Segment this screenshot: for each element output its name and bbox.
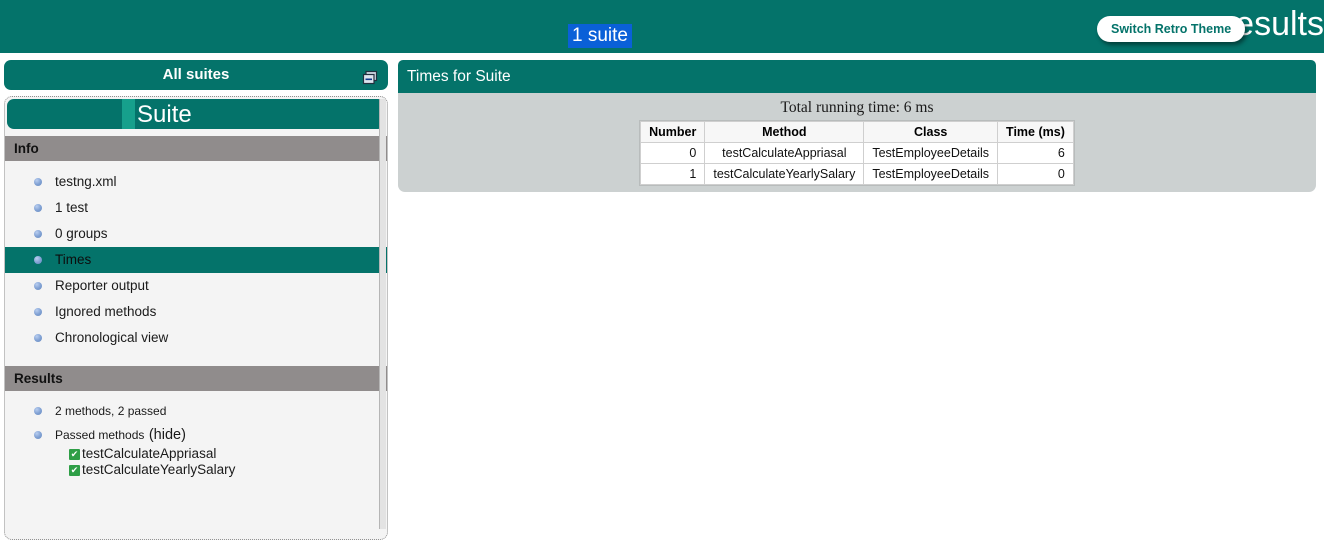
sidebar-item-label: Reporter output (55, 278, 149, 293)
bullet-icon (34, 308, 42, 316)
cell-time: 0 (997, 163, 1074, 185)
sidebar-item-times[interactable]: Times (5, 247, 387, 273)
sidebar-item-ignored-methods[interactable]: Ignored methods (5, 299, 387, 325)
table-row: 1 testCalculateYearlySalary TestEmployee… (640, 163, 1074, 185)
bullet-icon (34, 407, 42, 415)
switch-retro-theme-button[interactable]: Switch Retro Theme (1097, 16, 1246, 42)
info-section-body: testng.xml 1 test 0 groups Times Reporte… (5, 161, 387, 359)
times-table: Number Method Class Time (ms) 0 testCalc… (640, 121, 1074, 185)
column-header-time[interactable]: Time (ms) (997, 121, 1074, 143)
main-content-panel: Times for Suite Total running time: 6 ms… (398, 60, 1316, 192)
column-header-number[interactable]: Number (640, 121, 706, 143)
hide-passed-methods-link[interactable]: (hide) (149, 427, 186, 443)
bullet-icon (34, 178, 42, 186)
bullet-icon (34, 431, 42, 439)
results-summary-item: 2 methods, 2 passed (5, 399, 387, 423)
list-item[interactable]: ✔ testCalculateAppriasal (69, 446, 387, 462)
suite-navigator: All suites Suite Info testng.xml 1 test … (4, 60, 388, 540)
cell-class: TestEmployeeDetails (863, 142, 999, 164)
top-banner: 1 suite results Switch Retro Theme (0, 0, 1324, 53)
sidebar-item-label: Ignored methods (55, 304, 157, 319)
cell-class: TestEmployeeDetails (863, 163, 999, 185)
check-icon: ✔ (69, 465, 80, 476)
check-icon: ✔ (69, 449, 80, 460)
sidebar-item-label: 1 test (55, 200, 89, 215)
passed-method-list: ✔ testCalculateAppriasal ✔ testCalculateYe… (55, 446, 387, 478)
sidebar-item-label: Times (55, 252, 92, 267)
sidebar-item-chronological-view[interactable]: Chronological view (5, 325, 387, 351)
all-suites-bar[interactable]: All suites (4, 60, 388, 90)
column-header-class[interactable]: Class (863, 121, 999, 143)
sidebar-item-label: testng.xml (55, 174, 117, 189)
sidebar-item-tests[interactable]: 1 test (5, 195, 387, 221)
collapse-all-icon[interactable] (362, 67, 378, 85)
total-running-time: Total running time: 6 ms (780, 99, 934, 116)
bullet-icon (34, 256, 42, 264)
table-header-row: Number Method Class Time (ms) (640, 121, 1074, 143)
sidebar-item-groups[interactable]: 0 groups (5, 221, 387, 247)
list-item[interactable]: ✔ testCalculateYearlySalary (69, 462, 387, 478)
cell-number: 1 (640, 163, 706, 185)
suite-pass-indicator (122, 99, 135, 129)
main-panel-body: Total running time: 6 ms Number Method C… (398, 93, 1316, 192)
info-item-list: testng.xml 1 test 0 groups Times Reporte… (5, 169, 387, 351)
suite-name: Suite (137, 101, 192, 128)
sidebar-item-label: Chronological view (55, 330, 169, 345)
sidebar-scrollbar[interactable] (379, 99, 386, 529)
passed-methods-item: Passed methods (hide) ✔ testCalculateAppr… (5, 423, 387, 481)
sidebar-item-testng-xml[interactable]: testng.xml (5, 169, 387, 195)
cell-time: 6 (997, 142, 1074, 164)
column-header-method[interactable]: Method (704, 121, 865, 143)
table-row: 0 testCalculateAppriasal TestEmployeeDet… (640, 142, 1074, 164)
results-section-header: Results (5, 366, 387, 391)
bullet-icon (34, 204, 42, 212)
cell-method: testCalculateAppriasal (704, 142, 865, 164)
bullet-icon (34, 282, 42, 290)
suite-count-badge[interactable]: 1 suite (568, 24, 632, 48)
cell-method: testCalculateYearlySalary (704, 163, 865, 185)
results-section-body: 2 methods, 2 passed Passed methods (hide… (5, 391, 387, 489)
suite-panel: Suite Info testng.xml 1 test 0 groups Ti… (4, 96, 388, 540)
method-name: testCalculateYearlySalary (82, 462, 236, 477)
sidebar-item-label: 0 groups (55, 226, 108, 241)
bullet-icon (34, 230, 42, 238)
results-item-list: 2 methods, 2 passed Passed methods (hide… (5, 399, 387, 481)
method-name: testCalculateAppriasal (82, 446, 217, 461)
cell-number: 0 (640, 142, 706, 164)
bullet-icon (34, 334, 42, 342)
sidebar-item-reporter-output[interactable]: Reporter output (5, 273, 387, 299)
main-panel-header: Times for Suite (398, 60, 1316, 93)
suite-title-bar[interactable]: Suite (7, 99, 385, 129)
results-summary-label: 2 methods, 2 passed (55, 404, 167, 418)
info-section-header: Info (5, 136, 387, 161)
all-suites-label: All suites (162, 66, 230, 83)
passed-methods-label: Passed methods (55, 428, 145, 442)
